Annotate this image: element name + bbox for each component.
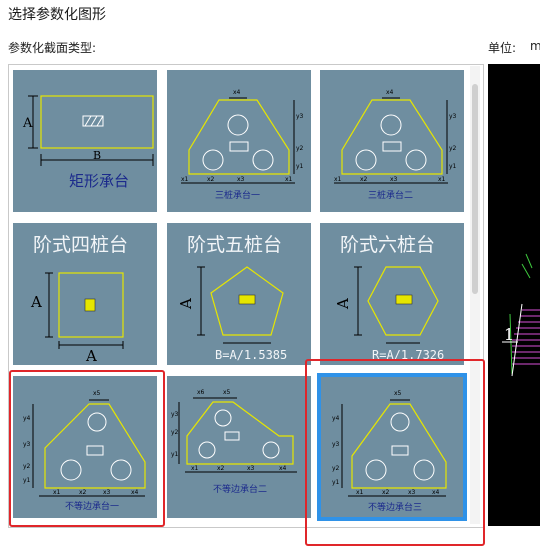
cell-step-five-pile[interactable]: 阶式五桩台 A B=A/1.5385 bbox=[167, 223, 311, 365]
unit-value[interactable]: m bbox=[530, 39, 540, 53]
dim-label: x3 bbox=[237, 176, 245, 183]
dim-label: x2 bbox=[207, 176, 215, 183]
cell-title: 不等边承台二 bbox=[213, 483, 267, 495]
cell-title: 三桩承台一 bbox=[215, 189, 260, 201]
grid-scrollbar-thumb[interactable] bbox=[472, 84, 478, 294]
dim-label: A bbox=[30, 293, 42, 311]
dim-label: x2 bbox=[217, 465, 225, 472]
dim-label: x4 bbox=[233, 89, 241, 96]
cell-step-four-pile[interactable]: 阶式四桩台 A A bbox=[13, 223, 157, 365]
highlight-box-selected bbox=[305, 359, 485, 546]
dim-label: x3 bbox=[247, 465, 255, 472]
preview-section-label: 1 bbox=[504, 325, 514, 344]
cell-rect-cap[interactable]: A B 矩形承台 bbox=[13, 70, 157, 212]
dim-label: y1 bbox=[171, 451, 179, 458]
dim-label: y3 bbox=[296, 113, 304, 120]
cell-unequal-cap-2[interactable]: x6 x5 y3 y2 y1 x1 x2 x3 x4 不等边承台二 bbox=[167, 376, 311, 518]
cell-title: 阶式四桩台 bbox=[33, 234, 128, 256]
section-type-label: 参数化截面类型: bbox=[8, 41, 97, 55]
dim-label: x1 bbox=[285, 176, 293, 183]
dim-label: x3 bbox=[390, 176, 398, 183]
dim-label: y3 bbox=[171, 411, 179, 418]
dim-label: B bbox=[93, 149, 101, 162]
dim-label: x1 bbox=[191, 465, 199, 472]
cell-step-six-pile[interactable]: 阶式六桩台 A R=A/1.7326 bbox=[320, 223, 464, 365]
dim-label: x4 bbox=[386, 89, 394, 96]
cell-title: 阶式五桩台 bbox=[187, 234, 282, 256]
dim-label: A bbox=[334, 298, 352, 310]
dim-label: x6 bbox=[197, 389, 205, 396]
dim-label: x1 bbox=[334, 176, 342, 183]
cell-title: 三桩承台二 bbox=[368, 189, 413, 201]
dim-label: A bbox=[85, 347, 97, 365]
dim-label: y2 bbox=[296, 145, 304, 152]
cell-title: 矩形承台 bbox=[69, 172, 129, 190]
dim-label: y3 bbox=[449, 113, 457, 120]
unit-label: 单位: bbox=[488, 41, 517, 55]
dim-label: x1 bbox=[438, 176, 446, 183]
dim-label: y1 bbox=[449, 163, 457, 170]
dim-label: x5 bbox=[223, 389, 231, 396]
cell-three-pile-cap-1[interactable]: x4 y3 y2 y1 x1 x2 x3 x1 三桩承台一 bbox=[167, 70, 311, 212]
dim-label: A bbox=[22, 116, 33, 131]
dim-label: y2 bbox=[449, 145, 457, 152]
dim-label: x4 bbox=[279, 465, 287, 472]
dim-label: y2 bbox=[171, 429, 179, 436]
dim-label: y1 bbox=[296, 163, 304, 170]
dim-label: B=A/1.5385 bbox=[215, 348, 287, 362]
cell-title: 阶式六桩台 bbox=[340, 234, 435, 256]
highlight-box-left bbox=[9, 370, 165, 527]
dim-label: x2 bbox=[360, 176, 368, 183]
dim-label: A bbox=[177, 298, 195, 310]
dim-label: x1 bbox=[181, 176, 189, 183]
dialog-title: 选择参数化图形 bbox=[8, 7, 106, 23]
cell-three-pile-cap-2[interactable]: x4 y3 y2 y1 x1 x2 x3 x1 三桩承台二 bbox=[320, 70, 464, 212]
cad-preview-panel: 1 bbox=[488, 64, 540, 526]
